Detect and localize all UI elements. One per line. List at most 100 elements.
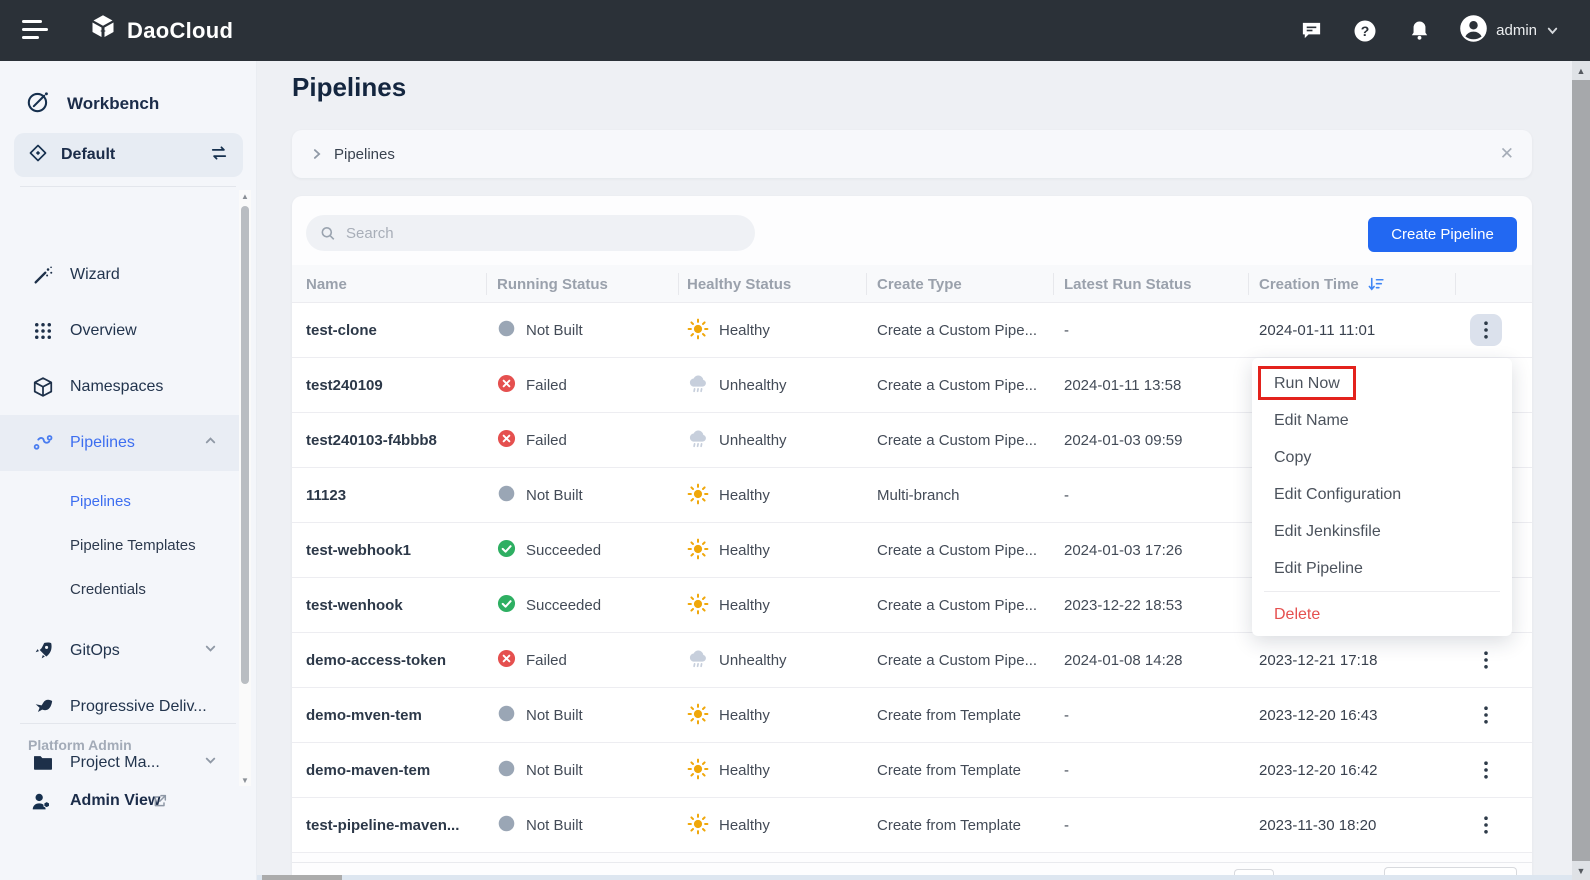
menu-item-edit-jenkinsfile[interactable]: Edit Jenkinsfile xyxy=(1252,513,1512,550)
sidebar-item-credentials-sub[interactable]: Credentials xyxy=(0,567,239,611)
workspace-selector[interactable]: Default xyxy=(14,133,243,177)
column-header-running-status[interactable]: Running Status xyxy=(497,265,608,303)
chat-icon[interactable] xyxy=(1297,17,1325,45)
page-scrollbar[interactable]: ▲ ▼ xyxy=(1572,61,1590,880)
running-status-cell: Not Built xyxy=(497,303,583,358)
sidebar-item-admin-view[interactable]: Admin View xyxy=(0,783,239,823)
latest-run-status-cell: 2024-01-03 17:26 xyxy=(1064,523,1182,578)
pipeline-name: test240103-f4bbb8 xyxy=(306,413,437,468)
menu-item-edit-pipeline[interactable]: Edit Pipeline xyxy=(1252,550,1512,587)
avatar xyxy=(1459,14,1488,48)
running-status-label: Failed xyxy=(526,652,567,669)
rain-cloud-icon xyxy=(687,428,709,454)
menu-item-edit-name[interactable]: Edit Name xyxy=(1252,402,1512,439)
menu-item-delete[interactable]: Delete xyxy=(1252,596,1512,633)
menu-item-copy[interactable]: Copy xyxy=(1252,439,1512,476)
switch-workspace-icon[interactable] xyxy=(209,143,229,168)
search-input[interactable] xyxy=(344,224,741,243)
bird-icon xyxy=(30,696,56,718)
menu-toggle-icon[interactable] xyxy=(22,20,50,42)
latest-run-status-cell: 2024-01-11 13:58 xyxy=(1064,358,1181,413)
running-status-cell: Succeeded xyxy=(497,523,601,578)
rocket-icon xyxy=(30,640,56,662)
column-header-latest-run-status[interactable]: Latest Run Status xyxy=(1064,265,1192,303)
scroll-up-icon[interactable]: ▲ xyxy=(1572,61,1590,80)
menu-item-edit-configuration[interactable]: Edit Configuration xyxy=(1252,476,1512,513)
search-box xyxy=(306,215,755,251)
horizontal-scrollbar[interactable] xyxy=(257,875,1572,880)
healthy-status-cell: Healthy xyxy=(687,468,770,523)
sidebar-item-label: Pipeline Templates xyxy=(70,537,196,554)
horizontal-scrollbar-thumb[interactable] xyxy=(262,875,342,880)
menu-item-run-now[interactable]: Run Now xyxy=(1252,365,1512,402)
row-actions-kebab-icon[interactable] xyxy=(1470,644,1502,676)
scroll-down-icon[interactable]: ▼ xyxy=(239,774,251,786)
grid-icon xyxy=(30,321,56,341)
sidebar-item-progressive-deliv[interactable]: Progressive Deliv... xyxy=(0,679,239,735)
sidebar-item-label: Pipelines xyxy=(70,434,135,452)
sidebar-item-pipelines[interactable]: Pipelines xyxy=(0,415,239,471)
latest-run-status-cell: - xyxy=(1064,743,1069,798)
sidebar-item-namespaces[interactable]: Namespaces xyxy=(0,359,239,415)
row-context-menu: Run NowEdit NameCopyEdit ConfigurationEd… xyxy=(1252,358,1512,636)
healthy-status-label: Healthy xyxy=(719,487,770,504)
row-actions-kebab-icon[interactable] xyxy=(1470,314,1502,346)
sidebar-item-label: Project Ma... xyxy=(70,754,160,772)
running-status-cell: Failed xyxy=(497,633,567,688)
page-scrollbar-thumb[interactable] xyxy=(1572,80,1590,861)
running-status-label: Not Built xyxy=(526,762,583,779)
healthy-status-label: Healthy xyxy=(719,762,770,779)
menu-divider xyxy=(1264,591,1500,592)
svg-text:?: ? xyxy=(1361,23,1370,39)
username-label: admin xyxy=(1496,22,1537,39)
healthy-status-label: Healthy xyxy=(719,542,770,559)
column-header-name[interactable]: Name xyxy=(306,265,347,303)
latest-run-status-cell: - xyxy=(1064,798,1069,853)
healthy-status-cell: Unhealthy xyxy=(687,633,787,688)
sidebar-item-pipeline-templates-sub[interactable]: Pipeline Templates xyxy=(0,523,239,567)
cube-icon xyxy=(30,376,56,398)
close-icon[interactable]: ✕ xyxy=(1500,144,1514,164)
sidebar-item-pipelines-sub[interactable]: Pipelines xyxy=(0,479,239,523)
success-check-circle-icon xyxy=(497,594,516,617)
row-actions-kebab-icon[interactable] xyxy=(1470,699,1502,731)
scroll-up-icon[interactable]: ▲ xyxy=(239,190,251,202)
column-header-healthy-status[interactable]: Healthy Status xyxy=(687,265,791,303)
navbar-actions: ? admin xyxy=(1297,0,1560,61)
sidebar-item-overview[interactable]: Overview xyxy=(0,303,239,359)
running-status-cell: Not Built xyxy=(497,688,583,743)
pipeline-icon xyxy=(30,432,56,454)
table-row-demo-access-token: demo-access-tokenFailedUnhealthyCreate a… xyxy=(292,633,1532,688)
latest-run-status-cell: - xyxy=(1064,688,1069,743)
help-icon[interactable]: ? xyxy=(1351,17,1379,45)
scroll-down-icon[interactable]: ▼ xyxy=(1572,861,1590,880)
sidebar-item-gitops[interactable]: GitOps xyxy=(0,623,239,679)
sidebar-scrollbar[interactable]: ▲ ▼ xyxy=(239,190,251,786)
running-status-label: Not Built xyxy=(526,817,583,834)
column-header-creation-time[interactable]: Creation Time xyxy=(1259,265,1386,303)
sidebar-scrollbar-thumb[interactable] xyxy=(241,206,249,684)
table-row-demo-maven-tem: demo-maven-temNot BuiltHealthyCreate fro… xyxy=(292,743,1532,798)
sidebar-item-label: GitOps xyxy=(70,642,120,660)
create-type-cell: Create a Custom Pipe... xyxy=(877,578,1037,633)
sun-icon xyxy=(687,703,709,729)
breadcrumb-item[interactable]: Pipelines xyxy=(334,146,395,163)
sidebar-item-workbench[interactable]: Workbench xyxy=(0,81,256,127)
sidebar-item-wizard[interactable]: Wizard xyxy=(0,247,239,303)
sidebar-nav: WizardOverviewNamespaces Pipelines Pipelin… xyxy=(0,247,239,787)
user-menu[interactable]: admin xyxy=(1459,14,1560,48)
row-actions-kebab-icon[interactable] xyxy=(1470,754,1502,786)
table-header: Name Running Status Healthy Status Creat… xyxy=(292,265,1532,303)
create-type-cell: Create a Custom Pipe... xyxy=(877,358,1037,413)
notifications-bell-icon[interactable] xyxy=(1405,17,1433,45)
breadcrumb-chevron-icon[interactable] xyxy=(310,147,324,161)
pipeline-name: test240109 xyxy=(306,358,383,413)
pipeline-name: demo-access-token xyxy=(306,633,446,688)
healthy-status-cell: Healthy xyxy=(687,523,770,578)
search-icon xyxy=(320,225,336,242)
row-actions-kebab-icon[interactable] xyxy=(1470,809,1502,841)
sidebar-divider-bottom xyxy=(20,723,236,724)
sort-descending-icon[interactable] xyxy=(1367,275,1386,294)
column-header-create-type[interactable]: Create Type xyxy=(877,265,962,303)
create-pipeline-button[interactable]: Create Pipeline xyxy=(1368,217,1517,252)
